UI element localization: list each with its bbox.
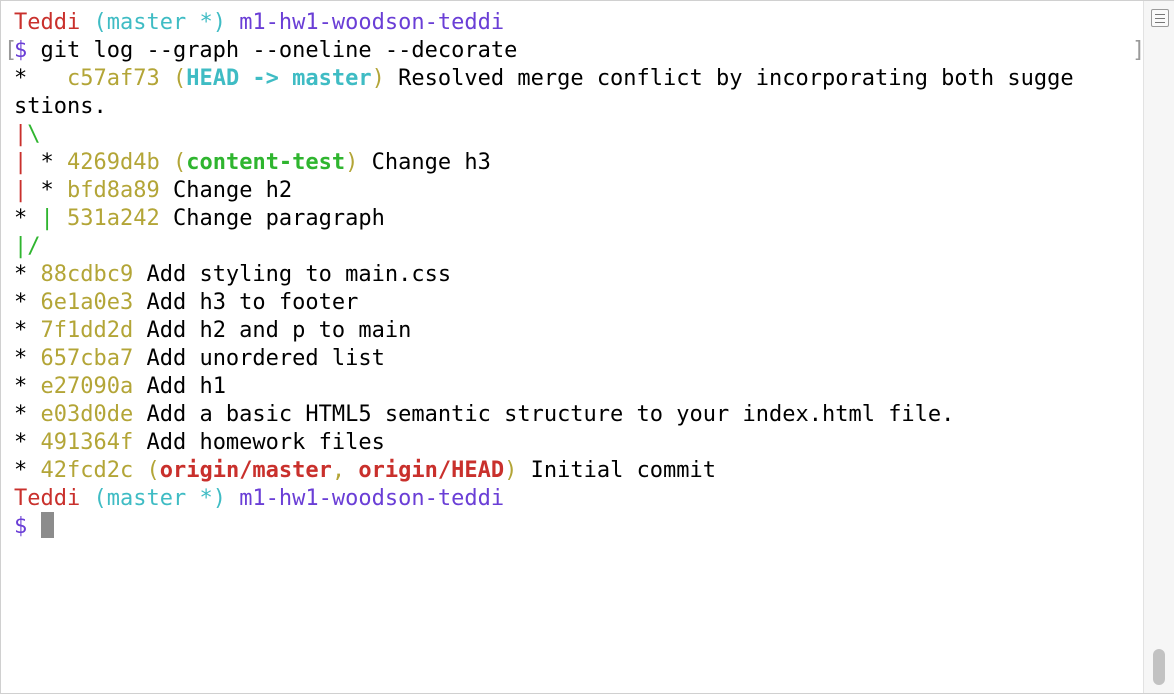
log-line: * 657cba7 Add unordered list xyxy=(14,345,385,373)
vertical-scrollbar[interactable] xyxy=(1143,1,1174,693)
log-line: * 7f1dd2d Add h2 and p to main xyxy=(14,317,411,345)
commit-hash: 491364f xyxy=(40,430,134,455)
input-line[interactable]: $ xyxy=(14,512,54,541)
graph-star: * xyxy=(14,206,41,231)
log-line: * e27090a Add h1 xyxy=(14,373,226,401)
commit-hash: 42fcd2c xyxy=(40,458,134,483)
log-line: * 6e1a0e3 Add h3 to footer xyxy=(14,289,358,317)
graph-pipe: | xyxy=(14,234,28,259)
prompt-user: Teddi xyxy=(14,486,81,511)
prompt-line: Teddi (master *) m1-hw1-woodson-teddi xyxy=(14,9,504,37)
terminal-output[interactable]: Teddi (master *) m1-hw1-woodson-teddi [ … xyxy=(1,1,1145,693)
graph-pipe: | xyxy=(14,178,28,203)
log-line-h2: | * bfd8a89 Change h2 xyxy=(14,177,292,205)
ref-paren-open: ( xyxy=(159,150,187,175)
prompt-user: Teddi xyxy=(14,10,81,35)
prompt-branch: (master *) xyxy=(93,486,226,511)
log-line-head: * c57af73 (HEAD -> master) Resolved merg… xyxy=(14,65,1074,93)
graph-star: * xyxy=(14,458,41,483)
commit-message: Initial commit xyxy=(517,458,717,483)
ref-paren-close: ) xyxy=(371,66,385,91)
split-pane-menu-icon[interactable] xyxy=(1151,9,1169,27)
log-line-paragraph: * | 531a242 Change paragraph xyxy=(14,205,385,233)
prompt-dollar: $ xyxy=(14,38,28,63)
graph-slash: / xyxy=(27,234,41,259)
log-line: * e03d0de Add a basic HTML5 semantic str… xyxy=(14,401,954,429)
commit-hash: e27090a xyxy=(40,374,134,399)
remote-ref-head: origin/HEAD xyxy=(358,458,505,483)
branch-ref: content-test xyxy=(186,150,346,175)
log-line-wrap: stions. xyxy=(14,93,107,121)
graph-star: * xyxy=(14,430,41,455)
command-line: $ git log --graph --oneline --decorate xyxy=(14,37,517,65)
graph-star: * xyxy=(14,402,41,427)
commit-message: Add styling to main.css xyxy=(133,262,452,287)
commit-message: Change paragraph xyxy=(159,206,385,231)
graph-pipe: | xyxy=(14,122,28,147)
graph-star: * xyxy=(14,346,41,371)
scrollbar-thumb[interactable] xyxy=(1153,649,1165,685)
commit-hash: 6e1a0e3 xyxy=(40,290,134,315)
commit-message: Change h2 xyxy=(159,178,293,203)
commit-message: Add h2 and p to main xyxy=(133,318,412,343)
terminal-window: Teddi (master *) m1-hw1-woodson-teddi [ … xyxy=(0,0,1174,694)
graph-star: * xyxy=(14,290,41,315)
ref-paren-close: ) xyxy=(504,458,518,483)
head-ref: HEAD -> master xyxy=(186,66,372,91)
prompt-dollar: $ xyxy=(14,514,28,539)
log-line-content-test: | * 4269d4b (content-test) Change h3 xyxy=(14,149,491,177)
graph-star: * xyxy=(27,150,67,175)
commit-message-wrap: stions. xyxy=(14,94,107,119)
graph-split-line: |/ xyxy=(14,233,41,261)
remote-ref-master: origin/master xyxy=(159,458,332,483)
graph-star: * xyxy=(14,66,67,91)
ref-paren-open: ( xyxy=(133,458,160,483)
prompt-directory: m1-hw1-woodson-teddi xyxy=(239,10,505,35)
prompt-branch: (master *) xyxy=(93,10,226,35)
commit-hash: e03d0de xyxy=(40,402,134,427)
graph-backslash: \ xyxy=(27,122,41,147)
commit-message: Change h3 xyxy=(358,150,491,175)
commit-hash: 4269d4b xyxy=(67,150,160,175)
log-line-initial: * 42fcd2c (origin/master, origin/HEAD) I… xyxy=(14,457,716,485)
graph-star: * xyxy=(14,318,41,343)
commit-message: Add unordered list xyxy=(133,346,385,371)
commit-hash: bfd8a89 xyxy=(67,178,160,203)
commit-message: Add h3 to footer xyxy=(133,290,359,315)
text-cursor[interactable] xyxy=(40,512,54,538)
commit-hash: 7f1dd2d xyxy=(40,318,134,343)
graph-star: * xyxy=(14,262,41,287)
commit-message: Add a basic HTML5 semantic structure to … xyxy=(133,402,955,427)
graph-star: * xyxy=(27,178,67,203)
graph-pipe: | xyxy=(14,150,28,175)
commit-hash: 657cba7 xyxy=(40,346,134,371)
commit-hash: c57af73 xyxy=(66,66,160,91)
ref-paren-close: ) xyxy=(345,150,359,175)
commit-message: Add homework files xyxy=(133,430,385,455)
commit-hash: 88cdbc9 xyxy=(40,262,134,287)
prompt-directory: m1-hw1-woodson-teddi xyxy=(239,486,505,511)
commit-message: Add h1 xyxy=(133,374,226,399)
ref-separator: , xyxy=(331,458,359,483)
commit-message: Resolved merge conflict by incorporating… xyxy=(384,66,1074,91)
prompt-line: Teddi (master *) m1-hw1-woodson-teddi xyxy=(14,485,504,513)
ref-paren-open: ( xyxy=(159,66,187,91)
graph-star: * xyxy=(14,374,41,399)
commit-hash: 531a242 xyxy=(53,206,160,231)
command-text: git log --graph --oneline --decorate xyxy=(27,38,518,63)
log-line: * 88cdbc9 Add styling to main.css xyxy=(14,261,451,289)
graph-pipe: | xyxy=(40,206,54,231)
graph-merge-line: |\ xyxy=(14,121,41,149)
log-line: * 491364f Add homework files xyxy=(14,429,385,457)
